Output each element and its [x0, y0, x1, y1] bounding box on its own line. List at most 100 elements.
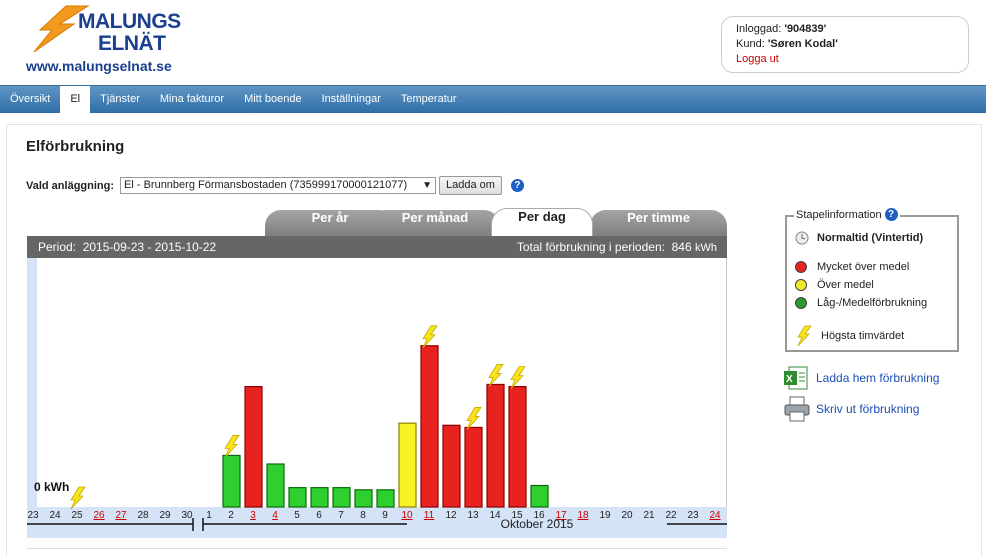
download-consumption-link[interactable]: X Ladda hem förbrukning	[783, 366, 939, 390]
chart-bar	[464, 426, 483, 508]
x-tick-label: 23	[687, 510, 699, 521]
chart-bar	[486, 383, 505, 508]
nav-tab-tjanster[interactable]: Tjänster	[90, 86, 150, 113]
chart-bar	[508, 386, 527, 508]
x-tick-label: 29	[159, 510, 171, 521]
peak-marker-icon	[466, 407, 482, 430]
period-value: 2015-09-23 - 2015-10-22	[82, 240, 217, 254]
chart-bar	[354, 489, 373, 508]
peak-marker-icon	[70, 486, 86, 510]
x-tick-label: 14	[489, 510, 501, 521]
logout-link[interactable]: Logga ut	[736, 52, 954, 67]
x-tick-label: 22	[665, 510, 677, 521]
chart-bar	[288, 487, 307, 508]
x-tick-label: 30	[181, 510, 193, 521]
tab-per-manad[interactable]: Per månad	[370, 210, 500, 238]
chart-bar	[420, 345, 439, 508]
total-info: Total förbrukning i perioden: 846 kWh	[516, 240, 717, 254]
legend-item-very-above: Mycket över medel	[795, 261, 909, 273]
x-tick-label: 7	[338, 510, 344, 521]
peak-marker-icon	[488, 364, 504, 387]
main-nav: Översikt El Tjänster Mina fakturor Mitt …	[0, 85, 986, 113]
print-consumption-link[interactable]: Skriv ut förbrukning	[783, 396, 919, 422]
help-icon[interactable]: ?	[884, 208, 898, 221]
yellow-dot-icon	[795, 279, 807, 291]
clock-icon	[795, 231, 809, 245]
x-tick-label: 18	[577, 510, 589, 521]
excel-icon: X	[784, 366, 808, 390]
bar-info-legend: Stapelinformation? Normaltid (Vintertid)…	[785, 208, 959, 352]
x-tick-label: 3	[250, 510, 256, 521]
tab-per-timme[interactable]: Per timme	[590, 210, 727, 238]
login-info: Inloggad: '904839'	[736, 23, 827, 35]
x-tick-label: 6	[316, 510, 322, 521]
chart-bar	[310, 487, 329, 508]
facility-selector-row: Vald anläggning: El - Brunnberg Förmansb…	[26, 176, 524, 195]
chart-bar	[398, 422, 417, 508]
month-label: Oktober 2015	[501, 517, 574, 531]
reload-button[interactable]: Ladda om	[439, 176, 502, 195]
x-tick-label: 28	[137, 510, 149, 521]
x-tick-label: 8	[360, 510, 366, 521]
user-info-box: Inloggad: '904839' Kund: 'Søren Kodal' L…	[721, 16, 969, 73]
red-dot-icon	[795, 261, 807, 273]
x-tick-label: 20	[621, 510, 633, 521]
tab-per-dag[interactable]: Per dag	[491, 208, 593, 239]
facility-label: Vald anläggning:	[26, 179, 115, 192]
x-tick-label: 24	[709, 510, 721, 521]
chart-bar	[332, 487, 351, 508]
chart-bar	[530, 484, 549, 508]
chart-bar	[442, 424, 461, 508]
lightning-bolt-icon	[797, 325, 812, 347]
green-dot-icon	[795, 297, 807, 309]
peak-marker-icon	[510, 366, 526, 389]
svg-text:X: X	[786, 374, 793, 385]
chart-header: Period: 2015-09-23 - 2015-10-22 Total fö…	[27, 236, 727, 258]
x-tick-label: 21	[643, 510, 655, 521]
x-tick-label: 23	[27, 510, 39, 521]
x-tick-label: 2	[228, 510, 234, 521]
x-tick-label: 13	[467, 510, 479, 521]
logo-website[interactable]: www.malungselnat.se	[26, 58, 172, 74]
logo-text-line2: ELNÄT	[98, 32, 166, 55]
legend-title: Stapelinformation?	[794, 208, 900, 221]
help-icon[interactable]: ?	[510, 179, 524, 192]
nav-tab-installningar[interactable]: Inställningar	[312, 86, 391, 113]
chart-bar	[266, 463, 285, 508]
nav-tab-mina-fakturor[interactable]: Mina fakturor	[150, 86, 234, 113]
customer-name: 'Søren Kodal'	[767, 38, 838, 50]
x-tick-label: 11	[424, 510, 435, 521]
legend-item-low: Låg-/Medelförbrukning	[795, 297, 927, 309]
x-tick-label: 27	[115, 510, 127, 521]
login-id: '904839'	[784, 23, 827, 35]
x-tick-label: 1	[206, 510, 212, 521]
printer-icon	[784, 396, 810, 422]
x-tick-label: 26	[93, 510, 105, 521]
nav-tab-oversikt[interactable]: Översikt	[0, 86, 60, 113]
x-tick-label: 19	[599, 510, 611, 521]
company-logo[interactable]: MALUNGS ELNÄT www.malungselnat.se	[26, 4, 181, 74]
time-mode: Normaltid (Vintertid)	[795, 231, 923, 245]
chart-bar	[222, 454, 241, 508]
chart-bar	[244, 386, 263, 508]
x-tick-label: 24	[49, 510, 61, 521]
consumption-chart: 0 kWh23 24 25 26 27 28 29 30 1 2 3 4 5 6 7 8 9 10 11 12 13 14…	[27, 258, 727, 538]
total-unit: kWh	[695, 242, 717, 254]
nav-tab-temperatur[interactable]: Temperatur	[391, 86, 467, 113]
chart-left-band	[27, 258, 37, 538]
x-tick-label: 25	[71, 510, 83, 521]
x-tick-label: 12	[445, 510, 457, 521]
customer-info: Kund: 'Søren Kodal'	[736, 38, 838, 50]
x-tick-label: 5	[294, 510, 300, 521]
nav-tab-el[interactable]: El	[60, 86, 91, 113]
chart-bar	[376, 489, 395, 508]
nav-tab-mitt-boende[interactable]: Mitt boende	[234, 86, 311, 113]
facility-select[interactable]: El - Brunnberg Förmansbostaden (73599917…	[120, 177, 437, 194]
page-title: Elförbrukning	[26, 138, 125, 155]
period-info: Period: 2015-09-23 - 2015-10-22	[38, 240, 217, 254]
chevron-down-icon: ▼	[422, 180, 433, 191]
x-tick-label: 10	[401, 510, 413, 521]
x-tick-label: 4	[272, 510, 278, 521]
total-value: 846	[671, 240, 692, 254]
peak-marker-icon	[224, 435, 240, 458]
